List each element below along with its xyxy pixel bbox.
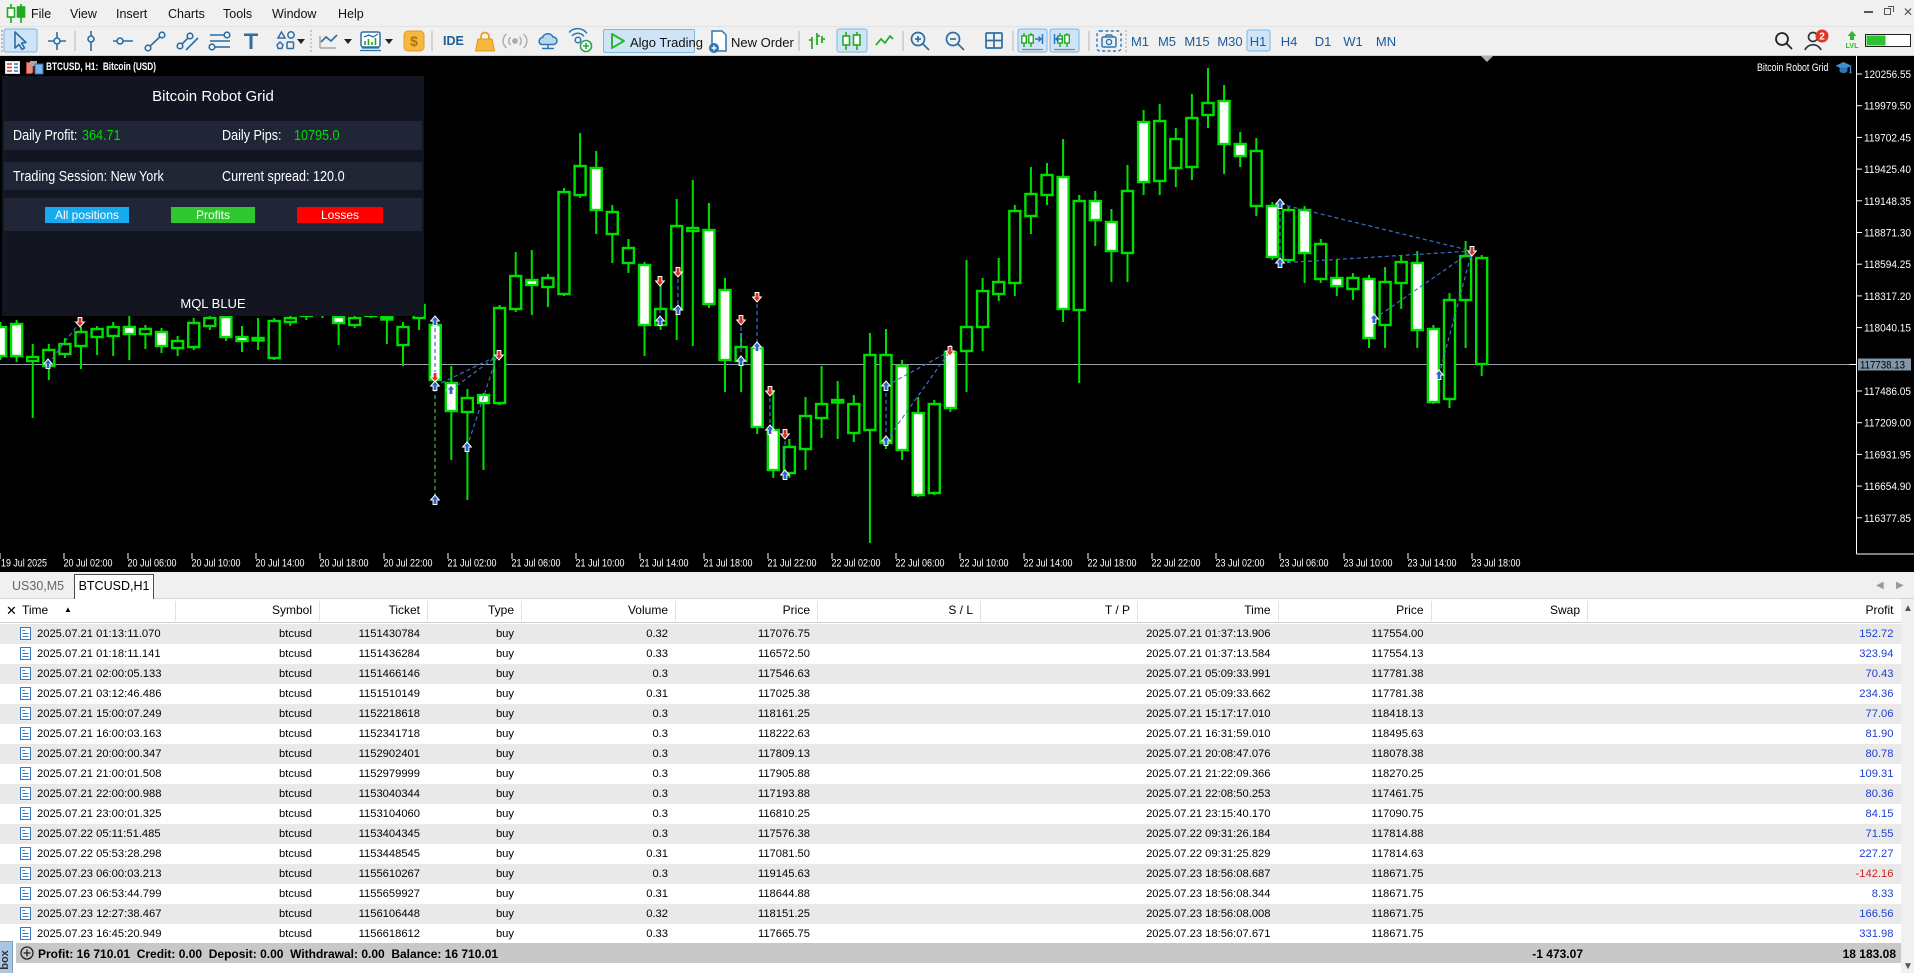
- svg-text:119702.45: 119702.45: [1864, 132, 1911, 144]
- svg-text:22 Jul 10:00: 22 Jul 10:00: [960, 558, 1009, 570]
- svg-text:22 Jul 02:00: 22 Jul 02:00: [832, 558, 881, 570]
- svg-text:2: 2: [1819, 32, 1825, 43]
- svg-text:119425.40: 119425.40: [1864, 164, 1911, 176]
- svg-text:LVL: LVL: [1846, 43, 1859, 50]
- svg-text:23 Jul 06:00: 23 Jul 06:00: [1280, 558, 1329, 570]
- svg-text:21 Jul 18:00: 21 Jul 18:00: [704, 558, 753, 570]
- svg-text:20 Jul 02:00: 20 Jul 02:00: [64, 558, 113, 570]
- svg-text:119979.50: 119979.50: [1864, 101, 1911, 113]
- svg-text:117486.05: 117486.05: [1864, 386, 1911, 398]
- svg-text:116654.90: 116654.90: [1864, 481, 1911, 493]
- svg-text:23 Jul 14:00: 23 Jul 14:00: [1408, 558, 1457, 570]
- svg-text:23 Jul 10:00: 23 Jul 10:00: [1344, 558, 1393, 570]
- svg-text:22 Jul 22:00: 22 Jul 22:00: [1152, 558, 1201, 570]
- svg-text:118317.20: 118317.20: [1864, 291, 1911, 303]
- svg-text:119148.35: 119148.35: [1864, 196, 1911, 208]
- svg-text:22 Jul 18:00: 22 Jul 18:00: [1088, 558, 1137, 570]
- svg-text:118040.15: 118040.15: [1864, 323, 1911, 335]
- svg-text:118594.25: 118594.25: [1864, 259, 1911, 271]
- svg-text:20 Jul 14:00: 20 Jul 14:00: [256, 558, 305, 570]
- svg-text:118871.30: 118871.30: [1864, 228, 1911, 240]
- svg-text:20 Jul 06:00: 20 Jul 06:00: [128, 558, 177, 570]
- svg-text:20 Jul 10:00: 20 Jul 10:00: [192, 558, 241, 570]
- svg-text:20 Jul 22:00: 20 Jul 22:00: [384, 558, 433, 570]
- svg-text:22 Jul 14:00: 22 Jul 14:00: [1024, 558, 1073, 570]
- svg-text:22 Jul 06:00: 22 Jul 06:00: [896, 558, 945, 570]
- svg-text:117738.13: 117738.13: [1860, 360, 1905, 372]
- svg-text:23 Jul 02:00: 23 Jul 02:00: [1216, 558, 1265, 570]
- svg-text:19 Jul 2025: 19 Jul 2025: [1, 558, 47, 570]
- svg-text:$: $: [410, 33, 418, 49]
- svg-text:20 Jul 18:00: 20 Jul 18:00: [320, 558, 369, 570]
- svg-text:23 Jul 18:00: 23 Jul 18:00: [1472, 558, 1521, 570]
- svg-text:116931.95: 116931.95: [1864, 449, 1911, 461]
- svg-text:120256.55: 120256.55: [1864, 69, 1911, 81]
- svg-text:117209.00: 117209.00: [1864, 418, 1911, 430]
- svg-text:21 Jul 22:00: 21 Jul 22:00: [768, 558, 817, 570]
- svg-text:21 Jul 14:00: 21 Jul 14:00: [640, 558, 689, 570]
- svg-text:21 Jul 10:00: 21 Jul 10:00: [576, 558, 625, 570]
- svg-text:21 Jul 02:00: 21 Jul 02:00: [448, 558, 497, 570]
- svg-text:21 Jul 06:00: 21 Jul 06:00: [512, 558, 561, 570]
- svg-text:116377.85: 116377.85: [1864, 513, 1911, 525]
